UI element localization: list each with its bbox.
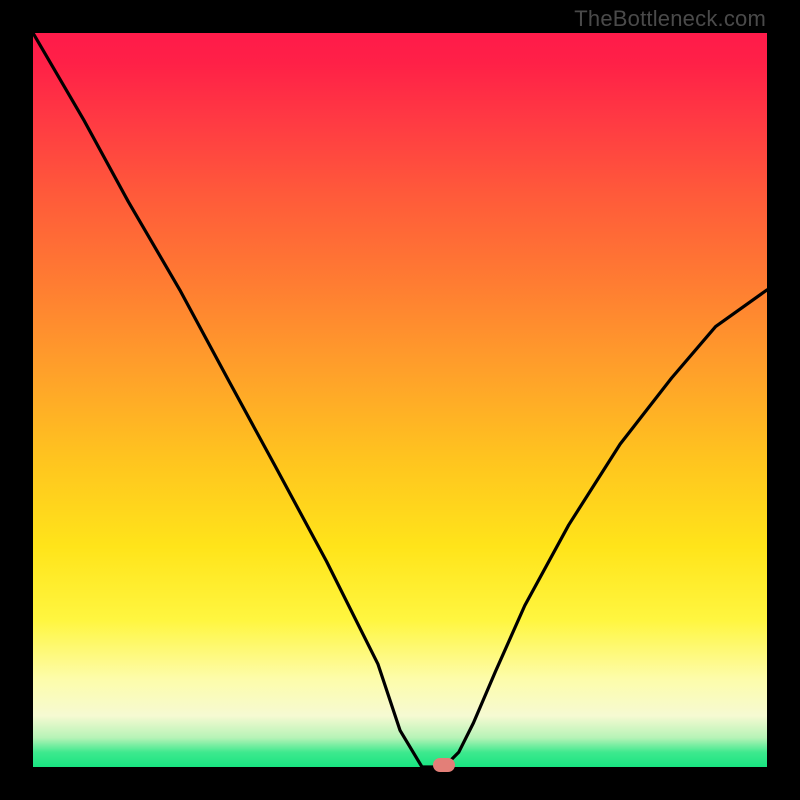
watermark-text: TheBottleneck.com <box>574 6 766 32</box>
bottleneck-curve <box>33 33 767 767</box>
plot-area <box>33 33 767 767</box>
optimal-marker <box>433 758 455 772</box>
chart-frame: TheBottleneck.com <box>0 0 800 800</box>
